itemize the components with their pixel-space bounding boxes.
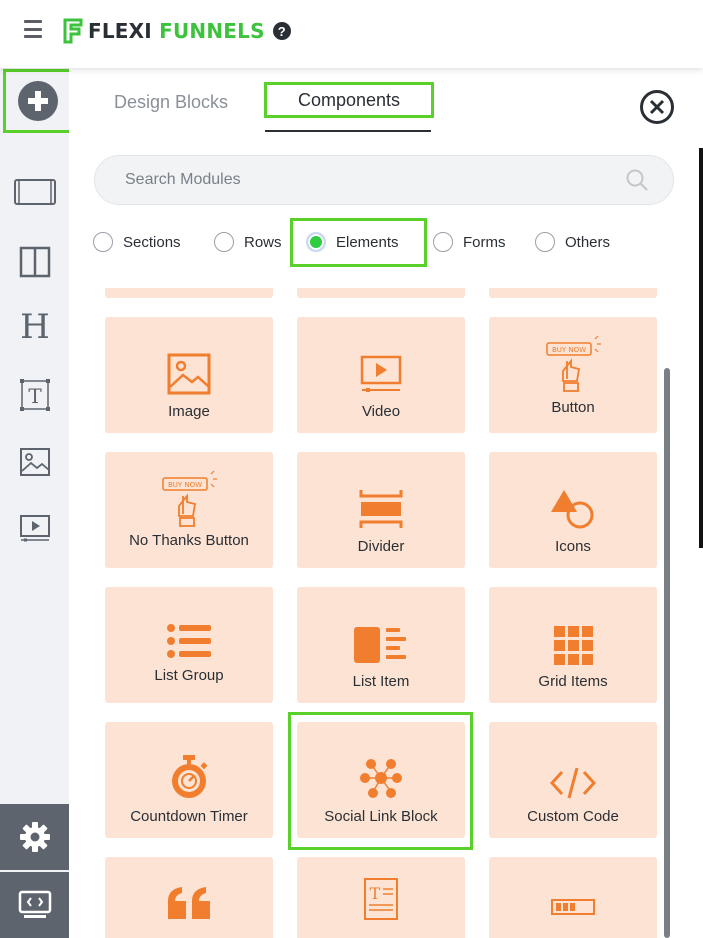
card-label: Video (361, 403, 401, 420)
card-label: Button (551, 399, 595, 416)
card-video[interactable]: Video (297, 317, 465, 433)
add-button[interactable] (3, 69, 72, 133)
stopwatch-icon (172, 755, 208, 798)
heading-icon[interactable]: H (14, 308, 56, 344)
progress-bar-icon (551, 899, 595, 915)
close-icon (649, 99, 665, 115)
card-label: Icons (555, 538, 591, 555)
video-icon (360, 355, 402, 392)
divider-icon (359, 490, 403, 528)
card-divider[interactable]: Divider (297, 452, 465, 568)
card-list-item[interactable]: List Item (297, 587, 465, 703)
card-icons[interactable]: Icons (489, 452, 657, 568)
buy-now-button-icon: BUY NOW (546, 335, 601, 392)
radio-icon (214, 232, 234, 252)
card-label: Image (168, 403, 210, 420)
card-partial[interactable] (105, 288, 273, 298)
preview-button[interactable] (0, 872, 69, 938)
card-label: List Item (352, 673, 410, 690)
svg-text:BUY NOW: BUY NOW (168, 481, 202, 489)
shapes-icon (551, 490, 594, 529)
video-icon[interactable] (14, 510, 56, 546)
card-countdown-timer[interactable]: Countdown Timer (105, 722, 273, 838)
filter-others[interactable]: Others (535, 230, 610, 254)
card-label: Custom Code (527, 808, 619, 825)
svg-text:H: H (20, 308, 50, 344)
code-monitor-icon (18, 890, 51, 918)
list-item-icon (354, 627, 406, 663)
svg-text:T: T (28, 384, 42, 408)
elements-grid: Image Video BUY NOW Button BUY NOW No Th… (69, 288, 699, 938)
text-block-icon[interactable]: T (14, 377, 56, 413)
logo-text-left: FLEXI (88, 19, 152, 43)
hamburger-menu-icon[interactable] (24, 20, 42, 38)
grid-icon (554, 626, 593, 665)
app-logo: FLEXI FUNNELS ? (62, 18, 291, 44)
radio-icon (93, 232, 113, 252)
card-quote[interactable] (105, 857, 273, 938)
card-text[interactable]: T (297, 857, 465, 938)
svg-text:T: T (370, 884, 381, 903)
settings-button[interactable] (0, 804, 69, 870)
card-partial[interactable] (489, 288, 657, 298)
list-icon (167, 624, 211, 658)
code-icon (550, 767, 596, 799)
components-panel: Design Blocks Components Sections Rows E… (69, 68, 699, 938)
card-image[interactable]: Image (105, 317, 273, 433)
card-label: No Thanks Button (129, 532, 249, 549)
filter-sections[interactable]: Sections (93, 230, 181, 254)
elements-highlight (290, 218, 427, 267)
card-label: Countdown Timer (130, 808, 248, 825)
card-grid-items[interactable]: Grid Items (489, 587, 657, 703)
canvas-edge (699, 148, 703, 548)
text-document-icon: T (364, 878, 398, 920)
radio-icon (535, 232, 555, 252)
card-no-thanks-button[interactable]: BUY NOW No Thanks Button (105, 452, 273, 568)
quote-icon (168, 887, 210, 919)
active-tab-indicator (265, 130, 431, 132)
card-partial[interactable] (297, 288, 465, 298)
logo-f-icon (63, 18, 83, 44)
card-label: Divider (357, 538, 405, 555)
help-icon[interactable]: ? (272, 22, 291, 40)
logo-text-right: FUNNELS (159, 19, 265, 43)
social-link-highlight (288, 712, 473, 850)
card-progress-bar[interactable] (489, 857, 657, 938)
card-label: Grid Items (538, 673, 608, 690)
gear-icon (19, 822, 50, 852)
tab-design-blocks[interactable]: Design Blocks (114, 92, 228, 113)
section-layout-icon[interactable] (14, 174, 56, 210)
search-icon[interactable] (625, 168, 649, 192)
image-icon[interactable] (14, 444, 56, 480)
left-sidebar: H T (0, 68, 72, 938)
top-bar: FLEXI FUNNELS ? (0, 0, 703, 68)
search-input[interactable] (125, 156, 605, 204)
card-label: List Group (154, 667, 224, 684)
card-custom-code[interactable]: Custom Code (489, 722, 657, 838)
radio-icon (433, 232, 453, 252)
card-list-group[interactable]: List Group (105, 587, 273, 703)
svg-text:BUY NOW: BUY NOW (552, 346, 586, 354)
filter-rows[interactable]: Rows (214, 230, 282, 254)
search-bar (94, 155, 674, 205)
image-icon (167, 353, 211, 395)
buy-now-button-icon: BUY NOW (162, 470, 217, 527)
scrollbar[interactable] (664, 368, 670, 938)
card-button[interactable]: BUY NOW Button (489, 317, 657, 433)
columns-icon[interactable] (14, 244, 56, 280)
plus-icon (17, 81, 58, 121)
close-button[interactable] (640, 90, 674, 124)
filter-forms[interactable]: Forms (433, 230, 506, 254)
tab-components[interactable]: Components (264, 82, 434, 118)
